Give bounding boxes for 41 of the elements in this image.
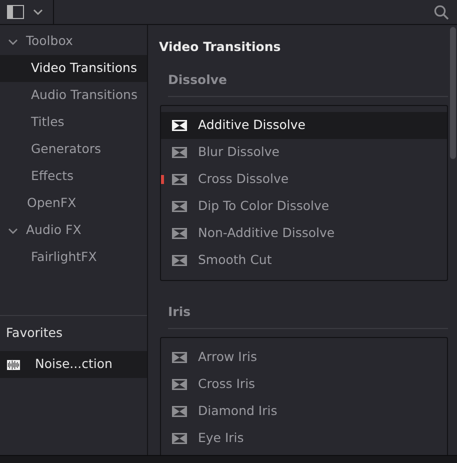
search-icon[interactable] <box>434 5 449 20</box>
transition-item[interactable]: Cross Iris <box>161 370 447 398</box>
transition-icon <box>172 406 187 416</box>
transition-icon <box>172 146 187 158</box>
scrollbar-thumb[interactable] <box>450 27 456 159</box>
chevron-down-icon[interactable] <box>8 36 18 47</box>
transition-item[interactable]: Diamond Iris <box>161 398 447 424</box>
transition-item[interactable]: Smooth Cut <box>161 246 447 274</box>
tree-item[interactable]: Effects <box>31 167 74 186</box>
tree-item[interactable]: Titles <box>31 113 64 132</box>
transition-item[interactable]: Blur Dissolve <box>161 138 447 166</box>
transition-item[interactable]: Non-Additive Dissolve <box>161 220 447 247</box>
transition-icon <box>172 352 187 362</box>
transition-icon <box>172 200 187 212</box>
transition-icon <box>172 228 187 239</box>
transition-icon <box>172 432 187 444</box>
tree-item[interactable]: Audio FX <box>26 221 82 240</box>
transition-item[interactable]: Arrow Iris <box>161 344 447 370</box>
chevron-down-icon[interactable] <box>8 226 18 236</box>
transition-item[interactable]: Dip To Color Dissolve <box>161 192 447 220</box>
group-heading: Iris <box>168 294 448 328</box>
panel-toggle-icon[interactable] <box>7 5 24 19</box>
horizontal-scrollbar[interactable] <box>0 455 457 463</box>
transition-item[interactable]: Additive Dissolve <box>161 112 447 139</box>
waveform-icon <box>7 360 20 370</box>
favorite-item[interactable]: Noise...ction <box>0 351 147 378</box>
group-heading: Dissolve <box>168 63 448 97</box>
transition-item[interactable]: Eye Iris <box>161 424 447 452</box>
chevron-down-icon[interactable] <box>33 8 43 16</box>
transition-icon <box>172 120 187 131</box>
tree-item[interactable]: Generators <box>31 140 101 159</box>
tree-item[interactable]: OpenFX <box>27 194 76 213</box>
transition-icon <box>172 378 187 390</box>
tree-item[interactable]: Toolbox <box>26 32 73 51</box>
section-title: Video Transitions <box>158 38 282 56</box>
tree-item[interactable]: FairlightFX <box>31 248 97 267</box>
tree-item[interactable]: Audio Transitions <box>31 86 138 105</box>
transition-item[interactable]: Cross Dissolve <box>161 166 447 193</box>
transition-icon <box>172 254 187 266</box>
panel-heading: Favorites <box>6 324 62 342</box>
transition-icon <box>172 174 187 185</box>
